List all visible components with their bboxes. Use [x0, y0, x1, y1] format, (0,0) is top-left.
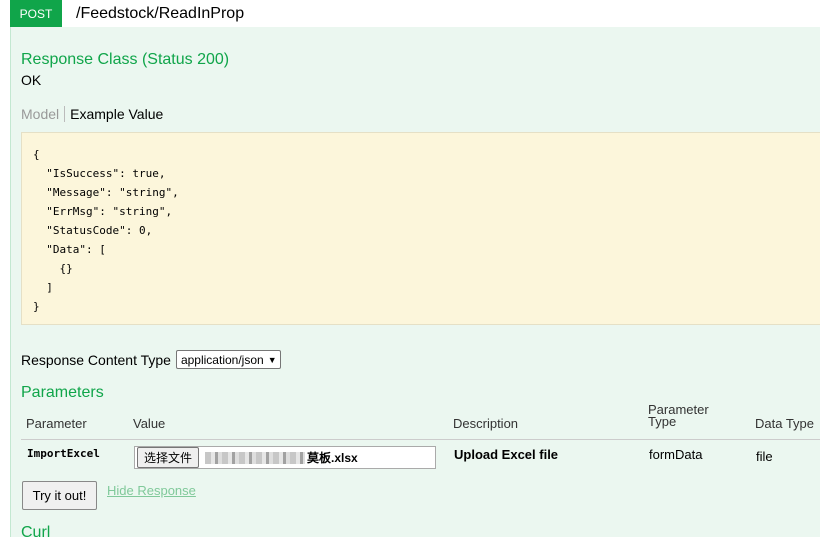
- param-data-type: file: [756, 449, 773, 464]
- select-value: application/json: [180, 352, 264, 367]
- example-value-box[interactable]: { "IsSuccess": true, "Message": "string"…: [21, 132, 820, 325]
- header-parameter-type: Parameter Type: [648, 402, 709, 429]
- param-name: ImportExcel: [27, 447, 100, 460]
- param-type: formData: [649, 447, 703, 462]
- operation-content: Response Class (Status 200) OK Model Exa…: [10, 27, 820, 537]
- tab-example-value[interactable]: Example Value: [65, 106, 163, 122]
- parameters-title: Parameters: [21, 384, 104, 401]
- header-data-type: Data Type: [755, 416, 815, 431]
- response-status-text: OK: [21, 72, 42, 88]
- tab-model[interactable]: Model: [21, 106, 66, 122]
- file-name: 莫板.xlsx: [307, 451, 358, 465]
- http-method-badge[interactable]: POST: [10, 0, 62, 27]
- curl-title: Curl: [21, 524, 51, 537]
- example-value-json: { "IsSuccess": true, "Message": "string"…: [33, 148, 179, 313]
- operation-header[interactable]: POST /Feedstock/ReadInProp: [10, 0, 820, 27]
- header-value: Value: [133, 416, 166, 431]
- header-parameter: Parameter: [26, 416, 87, 431]
- response-content-type-label: Response Content Type: [21, 351, 171, 368]
- model-tabs: Model Example Value: [21, 106, 163, 122]
- response-content-type-select[interactable]: application/json ▼: [175, 350, 281, 369]
- swagger-operation: POST /Feedstock/ReadInProp Response Clas…: [0, 0, 820, 537]
- table-row: ImportExcel 选择文件 莫板.xlsx Upload Excel fi…: [21, 440, 820, 475]
- choose-file-button[interactable]: 选择文件: [137, 447, 200, 468]
- header-description: Description: [453, 416, 519, 431]
- param-description: Upload Excel file: [454, 447, 559, 462]
- parameters-table-header: Parameter Value Description Parameter Ty…: [21, 402, 820, 440]
- file-input[interactable]: 选择文件 莫板.xlsx: [134, 446, 436, 469]
- hide-response-link[interactable]: Hide Response: [107, 483, 196, 498]
- operation-path[interactable]: /Feedstock/ReadInProp: [76, 5, 244, 23]
- chevron-down-icon: ▼: [267, 354, 277, 365]
- response-content-type-row: Response Content Type application/json ▼: [21, 350, 281, 369]
- response-class-title: Response Class (Status 200): [21, 51, 230, 68]
- try-it-out-button[interactable]: Try it out!: [22, 481, 97, 510]
- blurred-file-name: [205, 451, 306, 464]
